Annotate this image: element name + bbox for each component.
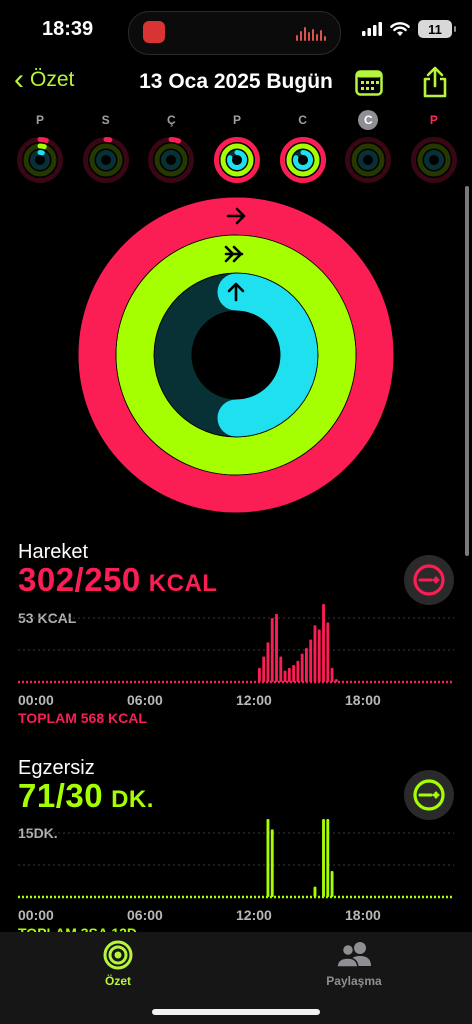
move-total: TOPLAM 568 KCAL [18, 710, 147, 726]
move-tick-0: 00:00 [18, 692, 54, 708]
move-bar [317, 629, 321, 682]
audio-waveform-icon [296, 25, 326, 41]
exercise-tick-1: 06:00 [127, 907, 163, 923]
day-stand-ring [292, 150, 313, 170]
move-bar [322, 604, 325, 682]
activity-rings[interactable] [76, 186, 396, 524]
move-bar [309, 639, 313, 682]
page-title: 13 Oca 2025 Bugün [139, 70, 333, 93]
move-bar [292, 664, 296, 682]
exercise-bar [270, 829, 274, 897]
move-bar [279, 656, 283, 682]
move-hourly-chart[interactable] [18, 590, 454, 690]
day-column[interactable]: P [408, 110, 460, 185]
day-stand-ring [161, 150, 182, 170]
day-column[interactable]: P [14, 110, 66, 185]
home-indicator [152, 1009, 320, 1015]
day-stand-ring [226, 150, 247, 170]
status-indicators: 11 [362, 20, 456, 38]
day-column[interactable]: C [342, 110, 394, 185]
tab-paylasma-label: Paylaşma [326, 974, 382, 988]
day-rings-icon [279, 137, 326, 183]
exercise-tick-0: 00:00 [18, 907, 54, 923]
move-tick-1: 06:00 [127, 692, 163, 708]
move-bar [330, 667, 334, 682]
now-playing-artwork-icon [143, 21, 165, 43]
day-column[interactable]: Ç [145, 110, 197, 185]
exercise-bar [322, 819, 325, 897]
day-rings-icon [345, 137, 392, 183]
move-bar [326, 622, 330, 682]
day-rings-icon [213, 137, 260, 183]
day-letter: C [358, 110, 379, 130]
back-button[interactable]: ‹ Özet [14, 63, 75, 96]
day-stand-ring [358, 150, 379, 170]
day-stand-ring [95, 150, 116, 170]
move-bar [334, 679, 338, 682]
day-rings-icon [17, 137, 63, 183]
tab-ozet[interactable]: Özet [63, 940, 173, 988]
day-stand-ring [30, 150, 50, 170]
day-column[interactable]: S [80, 110, 132, 185]
exercise-tick-2: 12:00 [236, 907, 272, 923]
day-stand-ring [423, 150, 444, 170]
dynamic-island[interactable] [128, 11, 341, 55]
tab-ozet-label: Özet [104, 974, 131, 988]
move-bar [296, 660, 300, 682]
chevron-left-icon: ‹ [14, 63, 24, 96]
move-bar [270, 618, 274, 682]
day-letter: Ç [166, 113, 176, 127]
move-bar [275, 613, 278, 682]
week-strip: PSÇPCCP [14, 110, 460, 185]
stand-ring [154, 273, 318, 437]
day-column[interactable]: C [277, 110, 329, 185]
move-bar [262, 656, 266, 682]
scrollbar[interactable] [465, 186, 469, 556]
rings-icon [103, 940, 133, 970]
calendar-icon [355, 70, 383, 96]
share-button[interactable] [422, 66, 448, 103]
day-letter: P [35, 113, 44, 127]
day-letter: P [232, 113, 241, 127]
move-bar [300, 653, 304, 682]
move-tick-3: 18:00 [345, 692, 381, 708]
battery-icon: 11 [418, 20, 456, 38]
exercise-tick-3: 18:00 [345, 907, 381, 923]
tab-paylasma[interactable]: Paylaşma [299, 940, 409, 988]
exercise-bar [326, 819, 330, 897]
people-icon [336, 942, 371, 968]
exercise-bar [313, 886, 317, 897]
day-rings-icon [82, 137, 129, 183]
day-letter: C [298, 113, 307, 127]
status-time: 18:39 [42, 18, 94, 40]
exercise-bar [330, 871, 334, 897]
move-bar [287, 667, 291, 682]
move-bar [283, 670, 287, 682]
wifi-icon [390, 21, 410, 36]
move-bar [304, 647, 308, 682]
exercise-hourly-chart[interactable] [18, 805, 454, 905]
day-rings-icon [410, 137, 457, 183]
back-label: Özet [30, 68, 75, 91]
move-bar [257, 667, 261, 682]
exercise-bar [266, 819, 270, 897]
share-icon [423, 66, 447, 98]
move-bar [266, 642, 270, 682]
move-bar [313, 625, 317, 682]
calendar-button[interactable] [355, 70, 383, 101]
day-letter: S [101, 113, 110, 127]
day-column[interactable]: P [211, 110, 263, 185]
move-tick-2: 12:00 [236, 692, 272, 708]
day-letter: P [429, 113, 438, 127]
day-rings-icon [148, 137, 195, 183]
cellular-signal-icon [362, 22, 382, 36]
